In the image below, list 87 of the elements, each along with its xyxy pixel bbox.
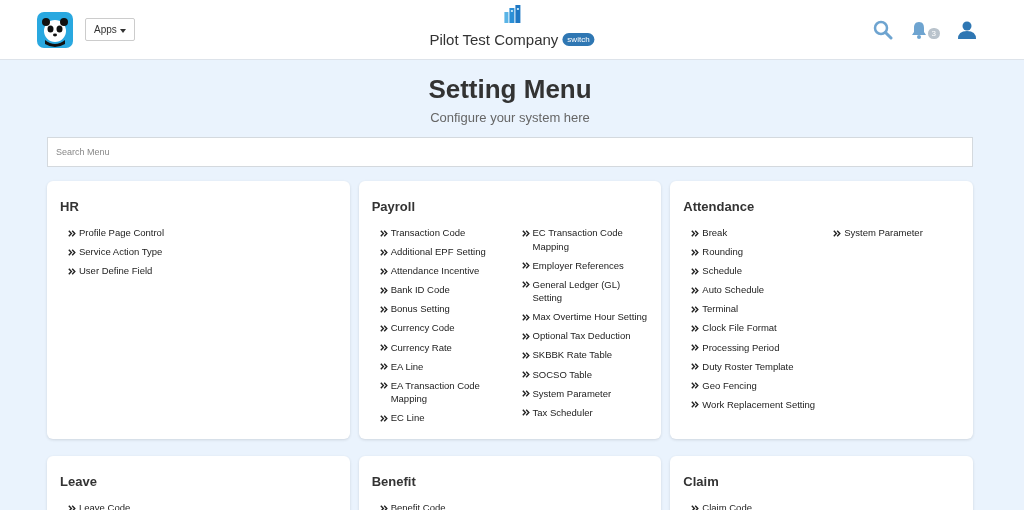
- double-chevron-icon: [691, 382, 700, 390]
- card-title: Benefit: [371, 474, 417, 489]
- card-title: Claim: [683, 474, 720, 489]
- double-chevron-icon: [691, 324, 700, 332]
- double-chevron-icon: [691, 286, 700, 294]
- menu-link[interactable]: Geo Fencing: [702, 378, 757, 393]
- menu-link[interactable]: Additional EPF Setting: [390, 245, 486, 259]
- double-chevron-icon: [379, 363, 388, 371]
- page-subtitle: Configure your system here: [430, 110, 590, 125]
- menu-link[interactable]: Clock File Format: [702, 321, 777, 335]
- double-chevron-icon: [521, 281, 530, 289]
- double-chevron-icon: [521, 351, 530, 359]
- search-icon[interactable]: [872, 19, 893, 40]
- double-chevron-icon: [521, 409, 530, 417]
- double-chevron-icon: [521, 313, 530, 321]
- menu-link[interactable]: Auto Schedule: [702, 283, 765, 297]
- double-chevron-icon: [691, 267, 700, 275]
- double-chevron-icon: [379, 229, 388, 237]
- panda-logo-icon[interactable]: [37, 11, 73, 48]
- double-chevron-icon: [68, 229, 76, 237]
- double-chevron-icon: [379, 305, 388, 313]
- menu-link[interactable]: Employer References: [532, 258, 624, 273]
- caret-icon: [119, 29, 126, 33]
- double-chevron-icon: [379, 344, 388, 352]
- menu-link[interactable]: EA Line: [390, 359, 424, 374]
- double-chevron-icon: [521, 371, 530, 379]
- double-chevron-icon: [379, 286, 388, 294]
- double-chevron-icon: [521, 262, 530, 270]
- card-title: Attendance: [683, 199, 756, 214]
- menu-link[interactable]: EC Transaction Code Mapping: [532, 226, 652, 253]
- double-chevron-icon: [833, 229, 842, 237]
- double-chevron-icon: [379, 382, 388, 390]
- menu-link[interactable]: Currency Rate: [390, 340, 452, 355]
- card-title: Leave: [60, 474, 98, 489]
- double-chevron-icon: [691, 401, 700, 409]
- menu-link[interactable]: Attendance Incentive: [390, 264, 480, 278]
- menu-link[interactable]: User Define Field: [79, 264, 153, 278]
- menu-link[interactable]: Bonus Setting: [390, 302, 450, 316]
- menu-link[interactable]: SOCSO Table: [532, 367, 592, 382]
- menu-link[interactable]: Duty Roster Template: [702, 359, 794, 374]
- menu-link[interactable]: Max Overtime Hour Setting: [532, 310, 648, 324]
- menu-link[interactable]: Processing Period: [702, 340, 780, 355]
- double-chevron-icon: [379, 504, 388, 510]
- menu-link[interactable]: System Parameter: [844, 226, 923, 240]
- menu-link[interactable]: Break: [702, 226, 728, 240]
- menu-link[interactable]: Tax Scheduler: [532, 405, 593, 420]
- search-field[interactable]: Search Menu: [47, 137, 973, 167]
- double-chevron-icon: [521, 229, 530, 237]
- user-icon[interactable]: [958, 20, 976, 39]
- switch-badge[interactable]: switch: [562, 33, 595, 46]
- menu-link[interactable]: Profile Page Control: [79, 226, 165, 240]
- menu-link[interactable]: EC Line: [390, 411, 425, 425]
- menu-link[interactable]: Currency Code: [390, 321, 455, 335]
- double-chevron-icon: [379, 267, 388, 275]
- menu-link[interactable]: Bank ID Code: [390, 283, 450, 297]
- company-name: Pilot Test Company: [429, 31, 559, 48]
- apps-dropdown-button[interactable]: Apps: [85, 18, 135, 41]
- menu-link[interactable]: Optional Tax Deduction: [532, 329, 631, 343]
- menu-link[interactable]: General Ledger (GL) Setting: [532, 277, 652, 305]
- double-chevron-icon: [521, 332, 530, 340]
- menu-link[interactable]: SKBBK Rate Table: [532, 348, 613, 362]
- menu-link[interactable]: Terminal: [702, 302, 739, 316]
- bell-icon[interactable]: [910, 20, 927, 39]
- menu-link[interactable]: Work Replacement Setting: [702, 397, 816, 412]
- double-chevron-icon: [379, 324, 388, 332]
- double-chevron-icon: [691, 363, 700, 371]
- menu-link[interactable]: EA Transaction Code Mapping: [390, 378, 510, 406]
- double-chevron-icon: [521, 390, 530, 398]
- card-title: HR: [60, 199, 80, 214]
- double-chevron-icon: [68, 267, 76, 275]
- double-chevron-icon: [379, 414, 388, 422]
- double-chevron-icon: [68, 504, 76, 510]
- menu-link[interactable]: Service Action Type: [79, 245, 163, 259]
- page-title: Setting Menu: [428, 74, 592, 105]
- menu-link[interactable]: Transaction Code: [390, 226, 466, 240]
- double-chevron-icon: [691, 344, 700, 352]
- buildings-icon: [503, 5, 521, 23]
- menu-link[interactable]: Schedule: [702, 264, 742, 278]
- double-chevron-icon: [691, 248, 700, 256]
- double-chevron-icon: [379, 248, 388, 256]
- double-chevron-icon: [691, 305, 700, 313]
- double-chevron-icon: [691, 229, 700, 237]
- card-title: Payroll: [371, 199, 416, 214]
- menu-link[interactable]: System Parameter: [532, 386, 612, 401]
- double-chevron-icon: [691, 504, 700, 510]
- menu-link[interactable]: Rounding: [702, 245, 743, 259]
- double-chevron-icon: [68, 248, 76, 256]
